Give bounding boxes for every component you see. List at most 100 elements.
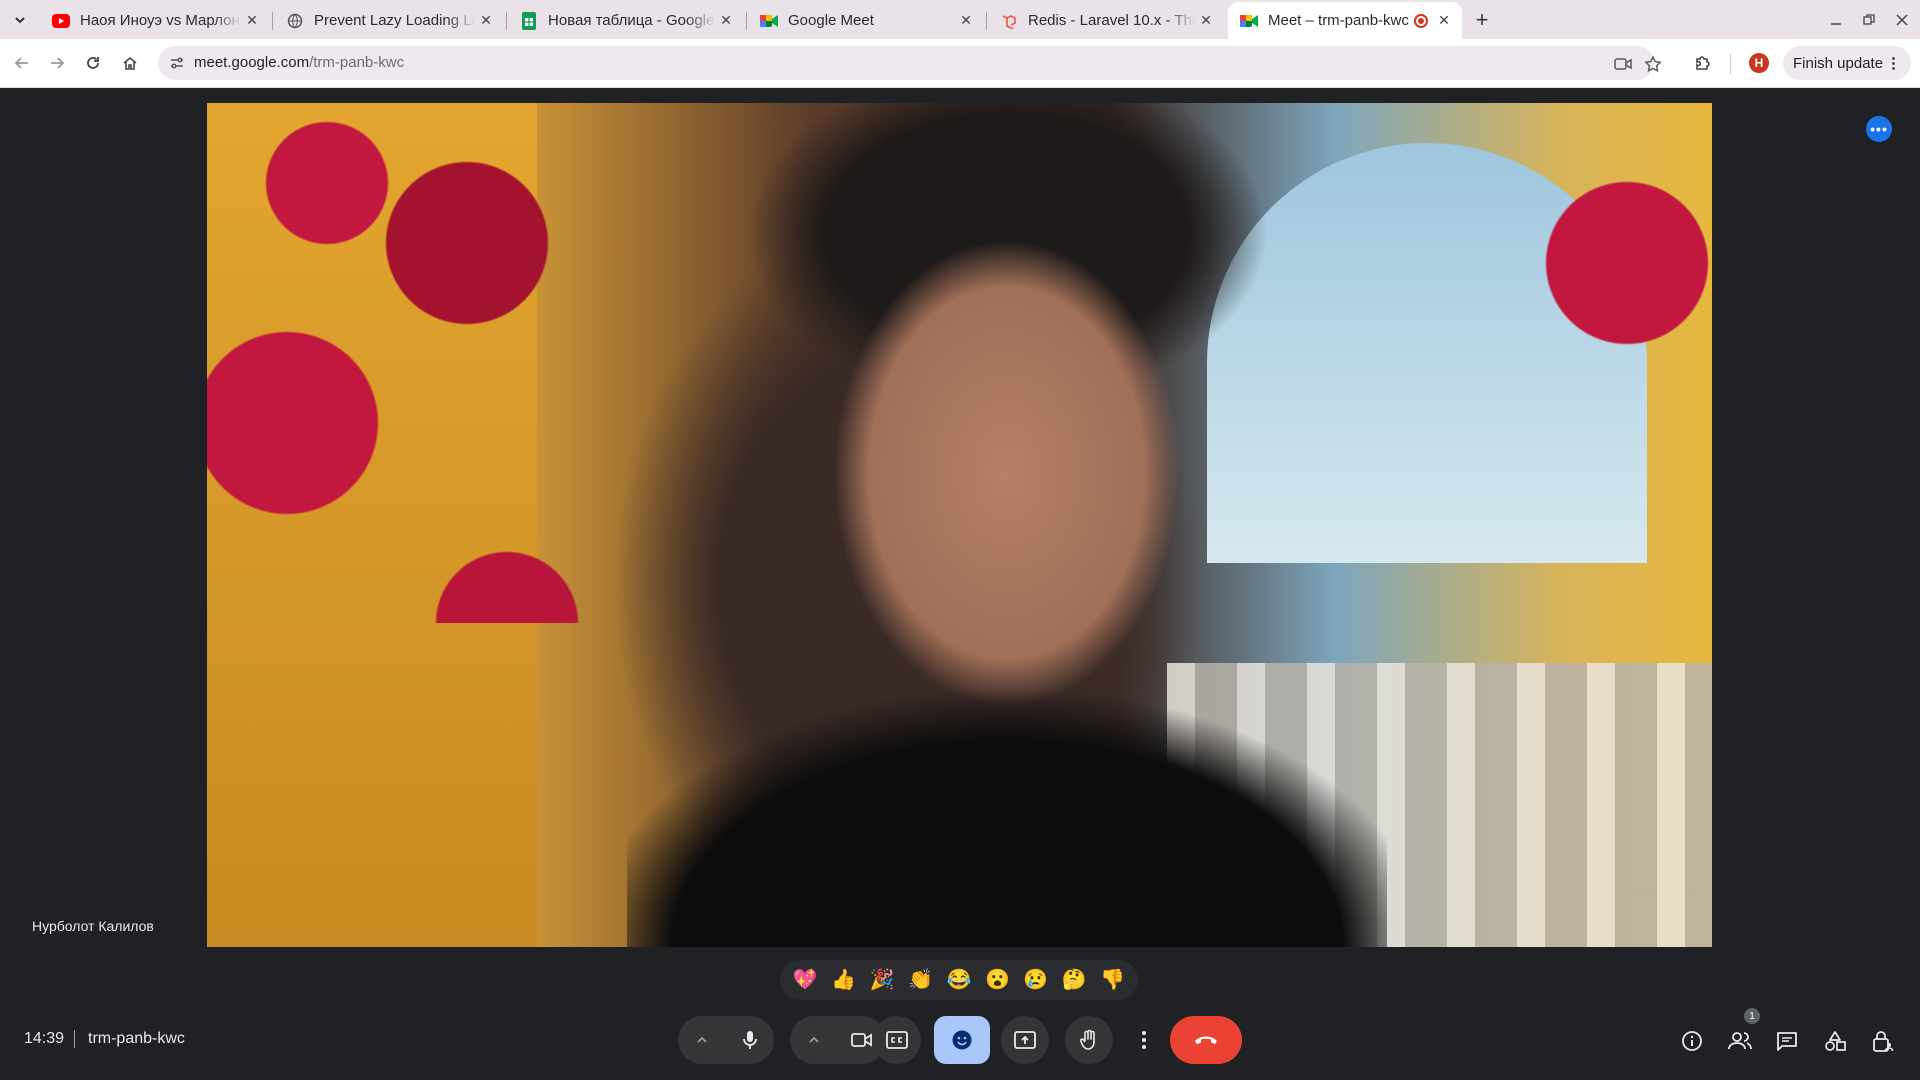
participants-count-badge: 1 (1744, 1008, 1760, 1024)
camera-control (790, 1016, 886, 1064)
host-controls-button[interactable] (1870, 1028, 1896, 1054)
forward-button[interactable] (43, 49, 71, 77)
call-end-icon (1195, 1036, 1217, 1044)
reaction-thinking[interactable]: 🤔 (1062, 970, 1087, 990)
home-icon (123, 56, 137, 70)
tab-separator (506, 12, 507, 30)
site-settings-icon[interactable] (168, 54, 186, 72)
reaction-thumbs-down[interactable]: 👎 (1100, 970, 1125, 990)
videocam-icon (851, 1033, 872, 1047)
reactions-bar: 💖 👍 🎉 👏 😂 😮 😢 🤔 👎 (780, 960, 1138, 1000)
arrow-right-icon (51, 57, 65, 69)
participant-camera-feed (627, 103, 1387, 947)
browser-toolbar: meet.google.com/trm-panb-kwc H Finish up… (0, 39, 1920, 88)
close-icon[interactable]: ✕ (956, 11, 976, 31)
close-icon[interactable]: ✕ (476, 11, 496, 31)
chevron-down-icon (15, 17, 25, 24)
closed-captions-icon (886, 1031, 908, 1049)
meeting-clock: 14:39 (24, 1030, 65, 1047)
back-button[interactable] (8, 49, 36, 77)
lock-person-icon (1873, 1031, 1894, 1052)
raise-hand-button[interactable] (1065, 1016, 1113, 1064)
reload-icon (87, 57, 99, 69)
tab-title: Meet – trm-panb-kwc (1268, 12, 1409, 29)
more-horizontal-icon: ••• (1870, 121, 1888, 137)
activities-button[interactable] (1822, 1028, 1848, 1054)
tab-title: Новая таблица - Google (548, 12, 715, 29)
reaction-laugh[interactable]: 😂 (947, 970, 972, 990)
chat-button[interactable] (1774, 1028, 1800, 1054)
bookmark-star-icon[interactable] (1643, 54, 1663, 74)
globe-icon (286, 12, 304, 30)
microphone-control (678, 1016, 774, 1064)
arrow-left-icon (14, 57, 28, 69)
tab-title: Наоя Иноуэ vs Марлон (80, 12, 240, 29)
reaction-thumbs-up[interactable]: 👍 (831, 970, 856, 990)
minimize-icon (1831, 23, 1841, 25)
youtube-icon (52, 12, 70, 30)
close-icon[interactable]: ✕ (1434, 11, 1454, 31)
audio-settings-button[interactable] (678, 1016, 726, 1064)
meet-icon (1240, 12, 1258, 30)
close-icon (1896, 14, 1908, 26)
laravel-icon (1000, 12, 1018, 30)
reaction-surprised[interactable]: 😮 (985, 970, 1010, 990)
leave-call-button[interactable] (1170, 1016, 1242, 1064)
close-icon[interactable]: ✕ (242, 11, 262, 31)
reaction-sad[interactable]: 😢 (1023, 970, 1048, 990)
video-background-flowers (1527, 143, 1712, 503)
home-button[interactable] (116, 49, 144, 77)
toolbar-separator (1730, 54, 1731, 74)
tab-separator (986, 12, 987, 30)
tab-title: Prevent Lazy Loading La (314, 12, 476, 29)
restore-button[interactable] (1855, 8, 1883, 32)
kebab-menu-icon: ⋮ (1886, 55, 1901, 72)
close-window-button[interactable] (1888, 8, 1916, 32)
info-icon (1682, 1031, 1702, 1051)
tab-meet-active[interactable]: Meet – trm-panb-kwc ✕ (1228, 2, 1462, 39)
tab-search-button[interactable] (6, 8, 34, 32)
camera-in-use-icon[interactable] (1613, 54, 1633, 74)
restore-icon (1863, 14, 1875, 25)
participant-name: Нурболот Калилов (32, 918, 154, 934)
url-text: meet.google.com/trm-panb-kwc (194, 54, 404, 71)
video-settings-button[interactable] (790, 1016, 838, 1064)
microphone-icon (743, 1031, 757, 1049)
tab-lazy-loading[interactable]: Prevent Lazy Loading La ✕ (274, 2, 504, 39)
tab-separator (272, 12, 273, 30)
more-options-button[interactable] (1120, 1016, 1168, 1064)
new-tab-button[interactable]: + (1468, 7, 1496, 32)
tab-redis-laravel[interactable]: Redis - Laravel 10.x - The ✕ (988, 2, 1224, 39)
close-icon[interactable]: ✕ (1196, 11, 1216, 31)
tab-youtube[interactable]: Наоя Иноуэ vs Марлон ✕ (40, 2, 270, 39)
participant-video-tile (207, 103, 1712, 947)
tile-more-options-button[interactable]: ••• (1866, 116, 1892, 142)
info-separator (74, 1030, 75, 1048)
more-vertical-icon (1142, 1031, 1146, 1049)
close-icon[interactable]: ✕ (716, 11, 736, 31)
meeting-details-button[interactable] (1679, 1028, 1705, 1054)
present-to-all-icon (1014, 1031, 1036, 1049)
mic-toggle-button[interactable] (726, 1016, 774, 1064)
url-host: meet.google.com (194, 54, 310, 71)
reaction-clap[interactable]: 👏 (908, 970, 933, 990)
profile-avatar[interactable]: H (1749, 53, 1769, 73)
sheets-icon (520, 11, 538, 30)
extensions-icon[interactable] (1692, 52, 1714, 74)
tab-sheets[interactable]: Новая таблица - Google ✕ (508, 2, 744, 39)
tab-google-meet[interactable]: Google Meet ✕ (748, 2, 984, 39)
address-bar[interactable]: meet.google.com/trm-panb-kwc (158, 46, 1662, 80)
hand-icon (1079, 1029, 1095, 1050)
captions-button[interactable] (873, 1016, 921, 1064)
present-screen-button[interactable] (1001, 1016, 1049, 1064)
reactions-button[interactable] (934, 1016, 990, 1064)
reload-button[interactable] (79, 49, 107, 77)
tab-title: Google Meet (788, 12, 874, 29)
chevron-up-icon (809, 1036, 819, 1043)
finish-update-button[interactable]: Finish update ⋮ (1783, 46, 1911, 80)
people-button[interactable] (1727, 1028, 1753, 1054)
minimize-button[interactable] (1822, 8, 1850, 32)
reaction-heart[interactable]: 💖 (793, 970, 818, 990)
finish-update-label: Finish update (1793, 54, 1884, 72)
reaction-party[interactable]: 🎉 (870, 970, 895, 990)
